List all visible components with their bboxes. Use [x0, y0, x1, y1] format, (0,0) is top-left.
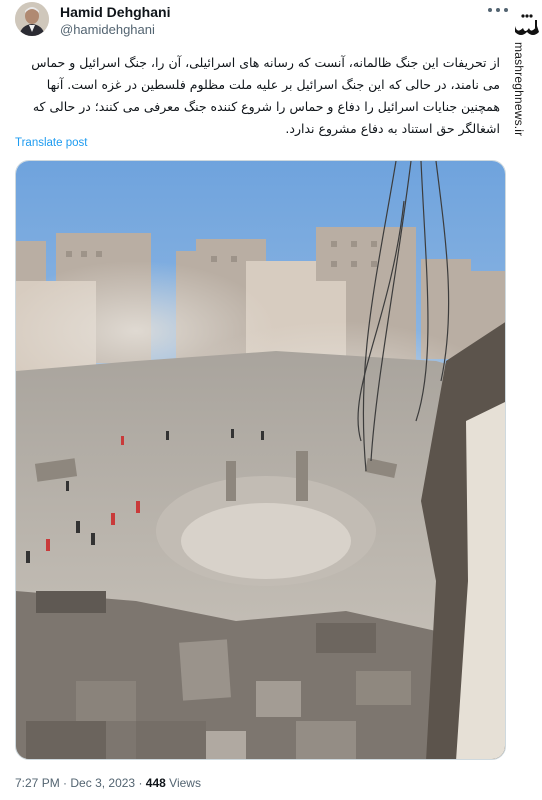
tweet-meta: 7:27 PM · Dec 3, 2023 · 448 Views [15, 776, 201, 790]
meta-separator: · [138, 776, 143, 790]
tweet-text: از تحریفات این جنگ ظالمانه، آنست که رسان… [31, 55, 500, 136]
author-name[interactable]: Hamid Dehghani [60, 4, 170, 20]
mashregh-logo [515, 14, 539, 35]
tweet-photo[interactable] [15, 160, 506, 760]
meta-separator: · [63, 776, 68, 790]
author-handle[interactable]: @hamidehghani [60, 22, 155, 37]
watermark: mashreghnews.ir [510, 0, 542, 800]
watermark-site: mashreghnews.ir [512, 42, 526, 137]
tweet-date[interactable]: Dec 3, 2023 [70, 776, 135, 790]
avatar[interactable] [15, 2, 49, 36]
more-horizontal-icon[interactable] [488, 8, 508, 16]
translate-post-link[interactable]: Translate post [15, 137, 87, 149]
views-count: 448 [145, 776, 166, 790]
views-label: Views [169, 776, 201, 790]
tweet-time[interactable]: 7:27 PM [15, 776, 60, 790]
tweet: Hamid Dehghani @hamidehghani از تحریفات … [0, 0, 510, 800]
tweet-header: Hamid Dehghani @hamidehghani [15, 2, 435, 40]
